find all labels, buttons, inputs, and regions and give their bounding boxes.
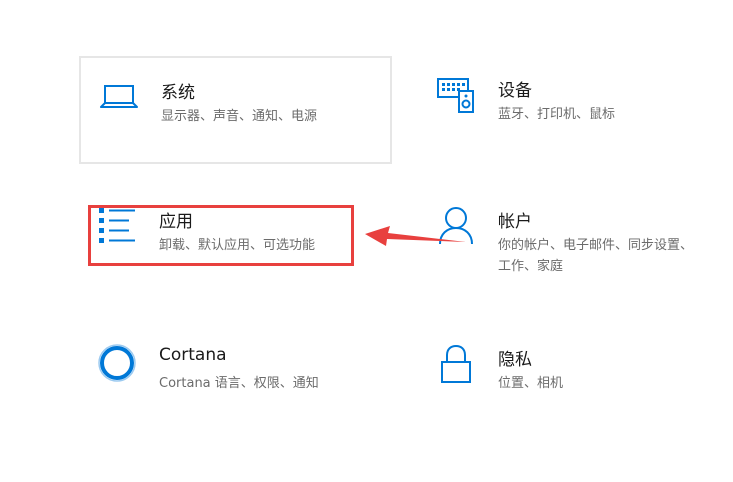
- cortana-ring-icon: [97, 343, 137, 383]
- tile-cortana-title: Cortana: [159, 345, 227, 365]
- tile-system-title: 系统: [161, 83, 195, 103]
- tile-privacy[interactable]: 隐私 位置、相机: [418, 325, 718, 415]
- tile-cortana-description: Cortana 语言、权限、通知: [159, 376, 319, 391]
- tile-accounts-title: 帐户: [498, 212, 532, 232]
- lock-icon: [436, 343, 476, 383]
- tile-privacy-title: 隐私: [498, 350, 532, 370]
- annotation-arrow-icon: [365, 226, 466, 246]
- tile-devices[interactable]: 设备 蓝牙、打印机、鼠标: [418, 56, 718, 164]
- laptop-icon: [99, 76, 139, 116]
- tile-cortana[interactable]: Cortana Cortana 语言、权限、通知: [79, 325, 379, 415]
- tile-accounts-description: 你的帐户、电子邮件、同步设置、工作、家庭: [498, 238, 694, 274]
- tile-privacy-description: 位置、相机: [498, 376, 564, 391]
- tile-devices-description: 蓝牙、打印机、鼠标: [498, 107, 616, 122]
- keyboard-speaker-icon: [436, 74, 476, 114]
- settings-home: 系统 显示器、声音、通知、电源 设备 蓝牙、打印机、鼠标 应用 卸载、默认应用、…: [0, 0, 733, 482]
- tile-devices-title: 设备: [498, 81, 532, 101]
- tile-system[interactable]: 系统 显示器、声音、通知、电源: [79, 56, 392, 164]
- highlight-box: [88, 205, 354, 266]
- tile-system-description: 显示器、声音、通知、电源: [161, 109, 318, 124]
